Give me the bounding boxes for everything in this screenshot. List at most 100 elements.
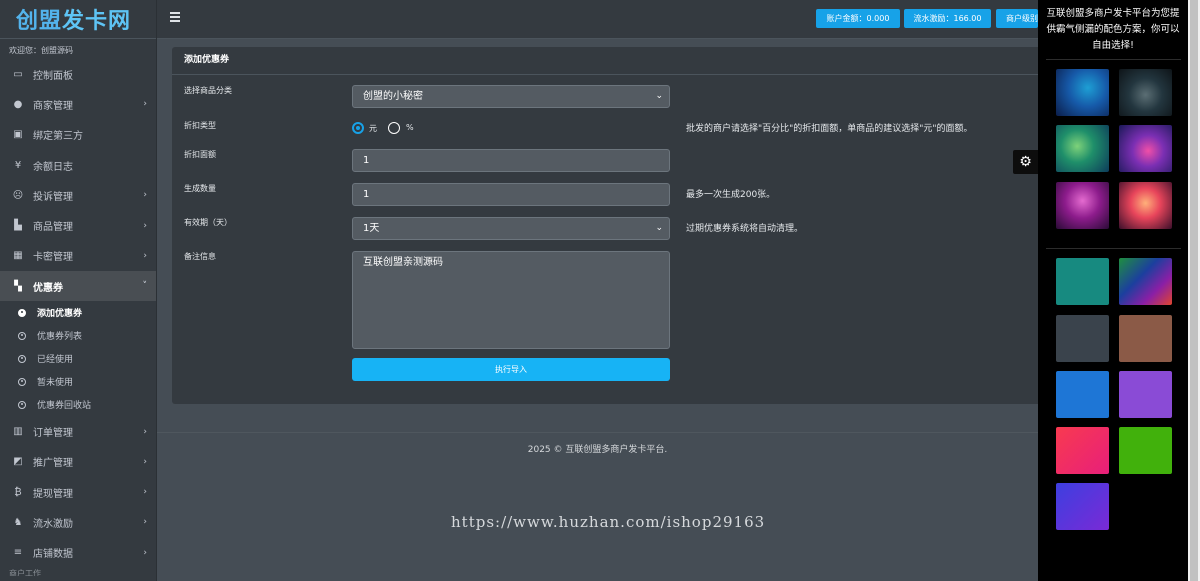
frown-icon: ☹ xyxy=(12,189,24,201)
merchant-level-button[interactable]: 商户级别 xyxy=(996,9,1038,28)
circle-dot-icon xyxy=(18,377,26,386)
theme-color-purple[interactable] xyxy=(1119,371,1172,418)
sidebar-item-label: 优惠券 xyxy=(33,282,63,294)
submit-import-button[interactable]: 执行导入 xyxy=(352,358,670,381)
chevron-icon: › xyxy=(143,190,147,201)
gear-icon[interactable]: ⚙ xyxy=(1013,150,1038,174)
theme-image-swatch[interactable] xyxy=(1056,125,1109,172)
amount-label: 折扣面额 xyxy=(184,150,216,159)
sidebar-item[interactable]: ▥ 订单管理 › xyxy=(0,416,156,446)
sidebar-item-label: 商品管理 xyxy=(33,222,73,234)
sidebar: 创盟 发卡网 欢迎您：创盟源码 ▭ 控制面板 ● 商家管理 › ▣ 绑定第三方 ¥ 余额日志 ☹ 投诉… xyxy=(0,0,157,581)
database-icon: ≡ xyxy=(13,547,23,559)
scrollbar-thumb[interactable] xyxy=(1190,0,1198,581)
theme-color-teal[interactable] xyxy=(1056,258,1109,305)
theme-color-indigo[interactable] xyxy=(1056,483,1109,530)
theme-color-green[interactable] xyxy=(1119,427,1172,474)
sidebar-subitem[interactable]: 已经使用 xyxy=(0,347,156,370)
count-input[interactable]: 1 xyxy=(352,183,670,206)
sidebar-item[interactable]: ● 商家管理 › xyxy=(0,89,156,119)
menu-toggle-icon[interactable] xyxy=(170,12,180,24)
page-scrollbar[interactable] xyxy=(1188,0,1200,581)
sidebar-item[interactable]: ▣ 绑定第三方 xyxy=(0,120,156,150)
share-square-icon: ◩ xyxy=(13,456,23,468)
sidebar-item[interactable]: ☹ 投诉管理 › xyxy=(0,180,156,210)
bitcoin-icon: ₿ xyxy=(14,486,22,498)
sidebar-item[interactable]: ▙ 商品管理 › xyxy=(0,210,156,240)
circle-dot-icon xyxy=(18,354,26,363)
sidebar-item[interactable]: ▦ 卡密管理 › xyxy=(0,241,156,271)
chevron-icon: › xyxy=(143,250,147,261)
sidebar-item[interactable]: ≡ 店铺数据 › xyxy=(0,538,156,568)
id-card-icon: ▣ xyxy=(13,129,23,141)
chevron-icon: › xyxy=(143,547,147,558)
radio-percent[interactable] xyxy=(388,122,400,134)
radio-yuan-label: 元 xyxy=(369,124,377,133)
card-title: 添加优惠券 xyxy=(172,47,1038,75)
chess-board-icon: ▚ xyxy=(14,280,22,292)
sidebar-item[interactable]: ▭ 控制面板 xyxy=(0,59,156,89)
sidebar-item-label: 商家管理 xyxy=(33,100,73,112)
flow-incentive-button[interactable]: 流水激励：166.00 xyxy=(904,9,991,28)
sidebar-item-label: 控制面板 xyxy=(33,70,73,82)
chevron-icon: › xyxy=(143,99,147,110)
sidebar-item-cut: 商户工作 xyxy=(9,568,41,576)
circle-dot-icon xyxy=(18,400,26,409)
user-circle-icon: ● xyxy=(13,98,23,110)
theme-color-brown[interactable] xyxy=(1119,315,1172,362)
theme-color-pink[interactable] xyxy=(1056,427,1109,474)
validity-select[interactable]: 1天 ⌄ xyxy=(352,217,670,240)
coupon-form-card: 添加优惠券 选择商品分类 创盟的小秘密 ⌄ 折扣类型 元 % 批发的商户请选择"… xyxy=(172,47,1038,404)
monitor-icon: ▭ xyxy=(13,68,23,80)
main-content: 添加优惠券 选择商品分类 创盟的小秘密 ⌄ 折扣类型 元 % 批发的商户请选择"… xyxy=(157,39,1038,581)
theme-color-rainbow[interactable] xyxy=(1119,258,1172,305)
sidebar-subitem[interactable]: 暂未使用 xyxy=(0,370,156,393)
sidebar-item[interactable]: ¥ 余额日志 xyxy=(0,150,156,180)
sidebar-subitem-label: 已经使用 xyxy=(37,355,74,366)
amount-input[interactable]: 1 xyxy=(352,149,670,172)
sidebar-item-label: 绑定第三方 xyxy=(33,131,83,143)
sidebar-subitem[interactable]: 优惠券列表 xyxy=(0,324,156,347)
sidebar-item-label: 流水激励 xyxy=(33,518,73,530)
sidebar-item[interactable]: ◩ 推广管理 › xyxy=(0,447,156,477)
brand-part1: 创盟 xyxy=(16,9,63,34)
sidebar-item-label: 卡密管理 xyxy=(33,252,73,264)
gitlab-icon: ♞ xyxy=(13,516,23,528)
grid-icon: ▦ xyxy=(13,250,23,262)
panel-divider xyxy=(1046,59,1181,60)
panel-divider xyxy=(1046,248,1181,249)
sidebar-item[interactable]: ₿ 提现管理 › xyxy=(0,477,156,507)
sidebar-subitem[interactable]: 添加优惠券 xyxy=(0,301,156,324)
theme-color-blue[interactable] xyxy=(1056,371,1109,418)
sidebar-item[interactable]: ▚ 优惠券 ˅ xyxy=(0,271,156,302)
theme-image-swatch[interactable] xyxy=(1056,182,1109,229)
footer-copyright: 2025 © 互联创盟多商户发卡平台. xyxy=(527,445,668,455)
sidebar-item-label: 店铺数据 xyxy=(33,549,73,561)
balance-button[interactable]: 账户金额：0.000 xyxy=(816,9,900,28)
circle-dot-icon xyxy=(18,331,26,340)
category-select-value: 创盟的小秘密 xyxy=(363,91,423,102)
sidebar-item[interactable]: ♞ 流水激励 › xyxy=(0,507,156,537)
brand-part2: 发卡网 xyxy=(62,9,132,34)
sidebar-item-label: 余额日志 xyxy=(33,161,73,173)
theme-image-swatch[interactable] xyxy=(1119,69,1172,116)
count-help-text: 最多一次生成200张。 xyxy=(686,190,776,200)
bar-chart-icon: ▥ xyxy=(13,426,23,438)
shopping-bag-icon: ▙ xyxy=(14,220,22,232)
remark-textarea[interactable]: 互联创盟亲测源码 xyxy=(352,251,670,349)
top-navbar: 账户金额：0.000 流水激励：166.00 商户级别 xyxy=(157,0,1038,39)
category-select[interactable]: 创盟的小秘密 ⌄ xyxy=(352,85,670,108)
chevron-icon: › xyxy=(143,487,147,498)
theme-color-dark-gray[interactable] xyxy=(1056,315,1109,362)
remark-label: 备注信息 xyxy=(184,252,216,261)
theme-image-swatch[interactable] xyxy=(1056,69,1109,116)
theme-image-swatch[interactable] xyxy=(1119,125,1172,172)
validity-help-text: 过期优惠券系统将自动清理。 xyxy=(686,224,804,234)
sidebar-subitem-label: 添加优惠券 xyxy=(37,309,83,320)
radio-yuan[interactable] xyxy=(352,122,364,134)
validity-label: 有效期（天） xyxy=(184,218,232,227)
theme-image-swatch[interactable] xyxy=(1119,182,1172,229)
brand-logo[interactable]: 创盟 发卡网 xyxy=(0,0,156,39)
circle-dot-icon xyxy=(18,308,26,317)
sidebar-subitem[interactable]: 优惠券回收站 xyxy=(0,393,156,416)
